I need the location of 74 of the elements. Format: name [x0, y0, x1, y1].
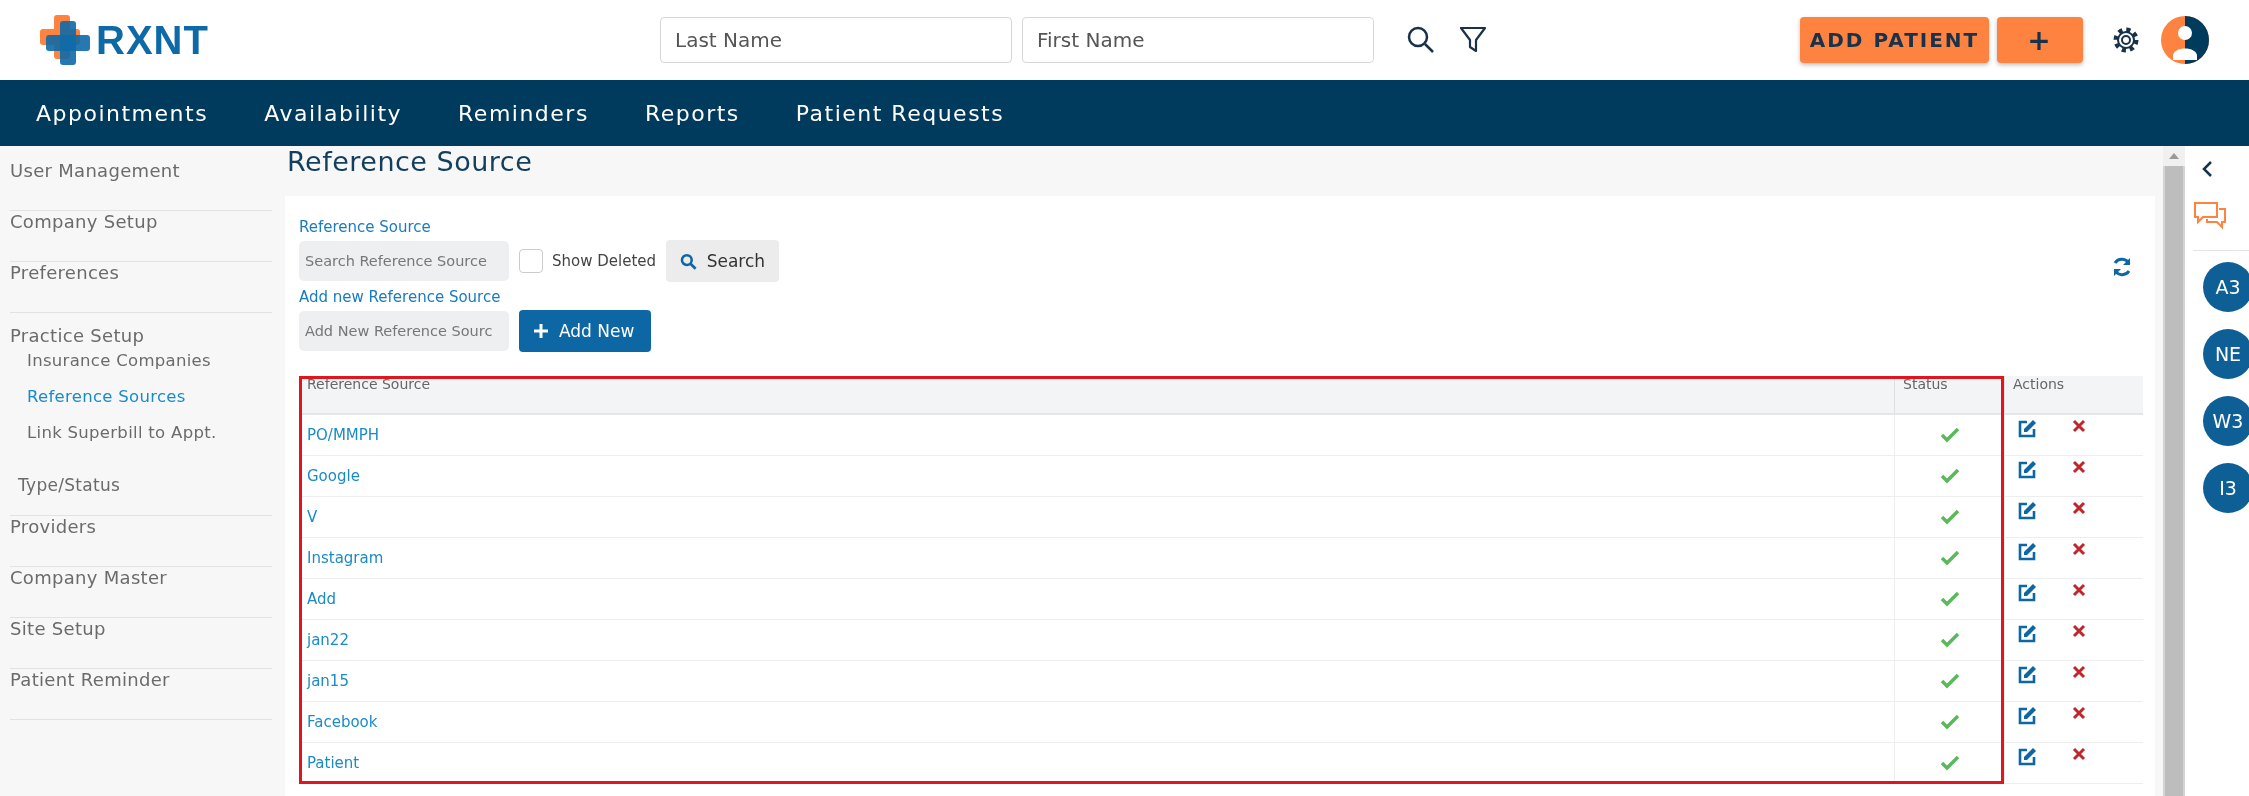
- source-link[interactable]: Facebook: [307, 713, 378, 731]
- add-field[interactable]: Add New Reference Sourc: [299, 311, 509, 351]
- avatar-icon[interactable]: [2161, 16, 2209, 64]
- sidebar-item[interactable]: Company Master: [10, 567, 272, 618]
- add-new-button[interactable]: Add New: [519, 310, 651, 352]
- edit-icon[interactable]: [2017, 747, 2037, 767]
- page-title: Reference Source: [286, 146, 534, 179]
- delete-icon[interactable]: [2072, 542, 2086, 556]
- sidebar-subitem[interactable]: Type/Status: [10, 459, 272, 515]
- delete-icon[interactable]: [2072, 460, 2086, 474]
- sidebar-subitem[interactable]: Reference Sources: [10, 387, 272, 423]
- sidebar-subitem[interactable]: Link Superbill to Appt.: [10, 423, 272, 459]
- delete-icon[interactable]: [2072, 706, 2086, 720]
- source-link[interactable]: jan22: [307, 631, 349, 649]
- delete-icon[interactable]: [2072, 419, 2086, 433]
- source-link[interactable]: Instagram: [307, 549, 384, 567]
- filter-icon[interactable]: [1458, 25, 1488, 55]
- user-avatar[interactable]: W3: [2203, 396, 2249, 446]
- edit-icon[interactable]: [2017, 460, 2037, 480]
- user-avatar[interactable]: I3: [2203, 463, 2249, 513]
- add-button[interactable]: +: [1997, 17, 2083, 63]
- sidebar-item[interactable]: User Management: [10, 160, 272, 211]
- source-link[interactable]: Google: [307, 467, 360, 485]
- edit-icon[interactable]: [2017, 624, 2037, 644]
- search-button[interactable]: Search: [666, 240, 780, 282]
- scrollbar[interactable]: [2163, 146, 2185, 796]
- delete-icon[interactable]: [2072, 501, 2086, 515]
- column-header: Reference Source: [299, 376, 1894, 415]
- source-link[interactable]: Patient: [307, 754, 360, 772]
- show-deleted-checkbox[interactable]: [519, 249, 543, 273]
- checkbox-label: Show Deleted: [552, 252, 657, 270]
- last-name-field[interactable]: Last Name: [660, 17, 1012, 63]
- search-icon: [680, 252, 697, 270]
- nav-tab[interactable]: Reports: [644, 100, 740, 126]
- field-label: Reference Source: [299, 218, 431, 238]
- source-link[interactable]: PO/MMPH: [307, 426, 380, 444]
- delete-icon[interactable]: [2072, 624, 2086, 638]
- nav-tab[interactable]: Patient Requests: [795, 100, 1005, 126]
- refresh-icon[interactable]: [2111, 256, 2133, 278]
- edit-icon[interactable]: [2017, 501, 2037, 521]
- logo-cross-icon: [40, 15, 90, 65]
- nav-tab[interactable]: Reminders: [458, 100, 589, 126]
- collapse-chevron-icon[interactable]: [2201, 160, 2213, 178]
- column-header: Actions: [2004, 376, 2143, 415]
- edit-icon[interactable]: [2017, 583, 2037, 603]
- search-icon[interactable]: [1406, 25, 1436, 55]
- sidebar-item[interactable]: Site Setup: [10, 618, 272, 669]
- nav-tab[interactable]: Availability: [264, 100, 403, 126]
- delete-icon[interactable]: [2072, 747, 2086, 761]
- delete-icon[interactable]: [2072, 583, 2086, 597]
- field-label: Add new Reference Source: [299, 288, 501, 308]
- edit-icon[interactable]: [2017, 419, 2037, 439]
- nav-tab[interactable]: Appointments: [36, 100, 209, 126]
- edit-icon[interactable]: [2017, 665, 2037, 685]
- search-field[interactable]: Search Reference Source: [299, 241, 509, 281]
- delete-icon[interactable]: [2072, 665, 2086, 679]
- sidebar-item[interactable]: Preferences: [10, 262, 272, 313]
- edit-icon[interactable]: [2017, 706, 2037, 726]
- sidebar-item[interactable]: Company Setup: [10, 211, 272, 262]
- logo-text: RXNT: [96, 17, 209, 63]
- user-avatar[interactable]: A3: [2203, 262, 2249, 312]
- user-avatar[interactable]: NE: [2203, 329, 2249, 379]
- plus-icon: [533, 323, 549, 339]
- add-patient-button[interactable]: ADD PATIENT: [1800, 17, 1989, 63]
- sidebar-item[interactable]: Providers: [10, 516, 272, 567]
- sidebar-item[interactable]: Practice Setup: [10, 313, 272, 351]
- source-link[interactable]: V: [307, 508, 318, 526]
- edit-icon[interactable]: [2017, 542, 2037, 562]
- source-link[interactable]: Add: [307, 590, 337, 608]
- source-link[interactable]: jan15: [307, 672, 349, 690]
- sidebar-item[interactable]: Patient Reminder: [10, 669, 272, 720]
- first-name-field[interactable]: First Name: [1022, 17, 1374, 63]
- settings-icon[interactable]: [2111, 25, 2141, 55]
- sidebar-subitem[interactable]: Insurance Companies: [10, 351, 272, 387]
